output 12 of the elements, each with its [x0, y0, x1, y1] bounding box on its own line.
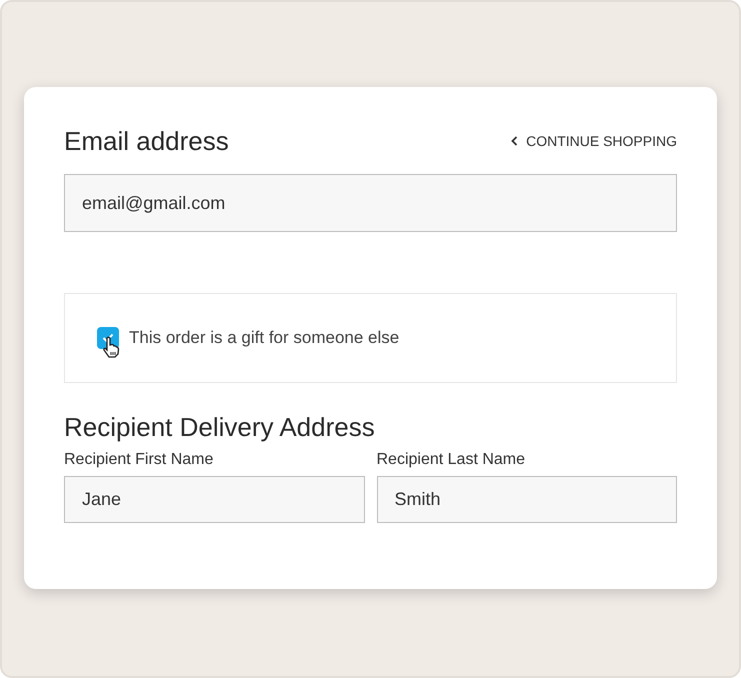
field-label: Recipient Last Name	[376, 450, 526, 470]
section-title: Email address	[64, 124, 229, 158]
name-field[interactable]: Jane	[64, 476, 364, 523]
name-field[interactable]: Smith	[376, 476, 677, 523]
field-label: Recipient First Name	[64, 450, 214, 470]
gift-option-label: This order is a gift for someone else	[129, 327, 400, 350]
checkmark-icon	[102, 333, 114, 343]
email-field[interactable]: email@gmail.com	[64, 174, 677, 232]
section-title: Recipient Delivery Address	[64, 411, 376, 444]
chevron-left-icon	[511, 136, 518, 146]
hand-cursor-icon	[102, 336, 120, 358]
continue-shopping-link[interactable]: CONTINUE SHOPPING	[511, 130, 677, 152]
